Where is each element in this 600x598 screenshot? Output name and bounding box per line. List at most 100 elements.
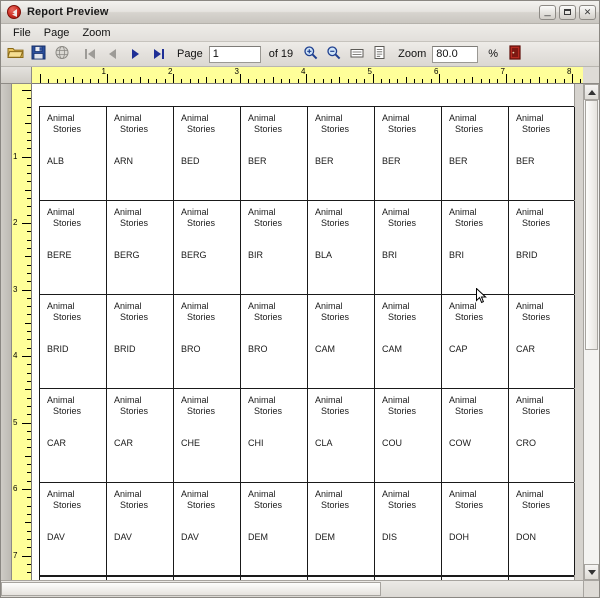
minimize-button[interactable]: _ [539,4,556,20]
label-title-line2: Stories [53,500,82,510]
label-cell: Animal Stories BRID [106,295,173,388]
label-cell: Animal Stories BER [307,107,374,200]
label-cell: Animal Stories DAV [173,483,240,575]
label-cell: Animal Stories CAM [374,295,441,388]
label-cell: Animal Stories CHE [173,389,240,482]
label-cell: Animal Stories BRI [374,201,441,294]
label-title-line1: Animal [516,395,544,405]
label-cell: Animal Stories CLA [307,389,374,482]
ruler-end-corner [583,67,599,84]
first-page-button[interactable] [79,44,100,64]
label-title-line1: Animal [516,489,544,499]
label-title-line2: Stories [254,406,283,416]
window-title: Report Preview [27,6,109,18]
v-ruler-tick-3: 3 [13,284,18,294]
label-title-line2: Stories [522,124,551,134]
page-canvas[interactable]: Animal Stories ALB Animal Stories ARN Animal St… [32,84,583,580]
label-code: BER [449,156,468,166]
page-input[interactable] [208,45,261,63]
scroll-up-arrow[interactable] [584,84,599,100]
label-code: BRID [47,344,69,354]
label-title-line1: Animal [516,301,544,311]
next-page-icon [132,49,139,59]
label-title-line1: Animal [382,395,410,405]
scroll-down-arrow[interactable] [584,564,599,580]
maximize-button[interactable] [559,4,576,20]
h-ruler-tick-1: 1 [101,67,106,76]
label-title-line1: Animal [382,207,410,217]
label-title-line1: Animal [315,113,343,123]
open-button[interactable] [5,44,26,64]
menu-zoom[interactable]: Zoom [76,26,116,40]
label-code: CRO [516,438,536,448]
last-page-button[interactable] [148,44,169,64]
label-cell: Animal Stories BER [441,107,508,200]
print-button[interactable] [51,44,72,64]
close-button[interactable]: ✕ [579,4,596,20]
label-title-line2: Stories [53,124,82,134]
label-title-line1: Animal [181,207,209,217]
scrollbar-corner [583,580,599,597]
horizontal-scroll-thumb[interactable] [1,582,381,596]
first-page-icon [84,49,95,59]
zoom-input[interactable] [432,45,479,63]
menu-page[interactable]: Page [38,26,76,40]
label-title-line1: Animal [248,113,276,123]
zoom-in-icon [303,45,318,63]
label-title-line2: Stories [53,312,82,322]
page-total: of 19 [268,48,294,60]
last-page-icon [153,49,164,59]
label-cell: Animal Stories DAV [39,483,106,575]
label-title-line1: Animal [47,113,75,123]
exit-button[interactable] [504,44,525,64]
label-row: Animal Stories CAR Animal Stories CAR Animal St… [39,388,575,482]
previous-page-icon [109,49,116,59]
menu-file[interactable]: File [7,26,37,40]
vertical-scroll-thumb[interactable] [585,100,598,350]
label-cell: Animal Stories BLA [307,201,374,294]
save-button[interactable] [28,44,49,64]
label-cell: Animal Stories CRO [508,389,575,482]
horizontal-scrollbar[interactable] [1,580,583,597]
label-title-line1: Animal [47,395,75,405]
label-title-line2: Stories [321,124,350,134]
label-title-line2: Stories [120,406,149,416]
fit-page-button[interactable] [369,44,390,64]
label-code: BRI [382,250,398,260]
label-title-line1: Animal [449,489,477,499]
label-cell: Animal Stories CHI [240,389,307,482]
v-ruler-tick-1: 1 [13,151,18,161]
label-title-line1: Animal [181,301,209,311]
label-code: CAM [315,344,335,354]
fit-width-button[interactable] [346,44,367,64]
label-cell: Animal Stories CAR [39,389,106,482]
label-code: BER [382,156,401,166]
label-code: BRID [516,250,538,260]
label-code: BED [181,156,200,166]
label-title-line1: Animal [315,489,343,499]
label-cell: Animal Stories BERE [39,201,106,294]
label-title-line2: Stories [455,312,484,322]
label-title-line1: Animal [248,207,276,217]
label-cell: Animal Stories CAR [106,389,173,482]
label-title-line2: Stories [187,218,216,228]
zoom-out-button[interactable] [323,44,344,64]
label-title-line2: Stories [321,406,350,416]
label-cell: Animal Stories BERG [173,201,240,294]
label-code: CAM [382,344,402,354]
v-ruler-tick-4: 4 [13,351,18,360]
zoom-in-button[interactable] [300,44,321,64]
label-cell: Animal Stories BER [240,107,307,200]
label-title-line1: Animal [248,395,276,405]
next-page-button[interactable] [125,44,146,64]
previous-page-button[interactable] [102,44,123,64]
label-grid: Animal Stories ALB Animal Stories ARN Animal St… [39,106,575,580]
vertical-scroll-track[interactable] [584,100,599,564]
v-ruler-tick-5: 5 [13,417,18,427]
open-folder-icon [7,45,24,63]
vertical-scrollbar[interactable] [583,84,599,580]
label-title-line2: Stories [120,312,149,322]
label-title-line1: Animal [315,207,343,217]
label-title-line1: Animal [181,113,209,123]
label-title-line1: Animal [315,395,343,405]
